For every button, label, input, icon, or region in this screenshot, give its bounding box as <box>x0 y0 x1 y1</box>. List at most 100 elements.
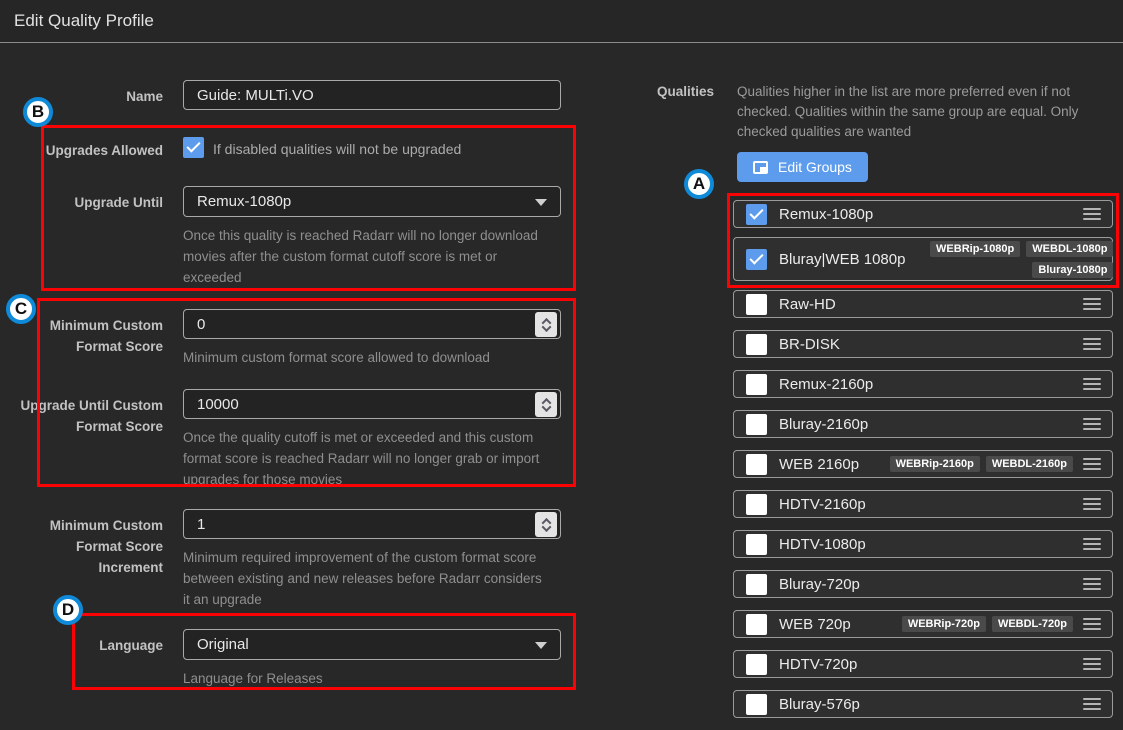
quality-badge: Bluray-1080p <box>1032 262 1113 278</box>
drag-handle-icon[interactable] <box>1083 658 1101 670</box>
drag-handle-icon[interactable] <box>1083 578 1101 590</box>
quality-checkbox[interactable] <box>746 694 767 715</box>
quality-badge: WEBDL-720p <box>992 616 1073 632</box>
quality-badge: WEBRip-2160p <box>890 456 980 472</box>
quality-row: HDTV-2160p <box>733 490 1113 518</box>
quality-checkbox[interactable] <box>746 334 767 355</box>
drag-handle-icon[interactable] <box>1083 418 1101 430</box>
quality-name: HDTV-2160p <box>779 496 866 513</box>
quality-row: Bluray-720p <box>733 570 1113 598</box>
quality-checkbox[interactable] <box>746 654 767 675</box>
upgrades-allowed-checkbox[interactable] <box>183 137 204 158</box>
form-row-language: Language Original Language for Releases <box>13 629 573 689</box>
qualities-list: Remux-1080p Bluray|WEB 1080p WEBRip-1080… <box>733 200 1113 730</box>
number-stepper[interactable] <box>535 392 557 417</box>
quality-checkbox[interactable] <box>746 454 767 475</box>
quality-name: Bluray|WEB 1080p <box>779 251 905 268</box>
quality-checkbox[interactable] <box>746 204 767 225</box>
form-row-min-custom-format-score-increment: Minimum Custom Format Score Increment Mi… <box>13 509 573 610</box>
qualities-description: Qualities higher in the list are more pr… <box>737 82 1117 142</box>
chevron-down-icon <box>535 642 547 649</box>
quality-row: Raw-HD <box>733 290 1113 318</box>
quality-row: Remux-2160p <box>733 370 1113 398</box>
quality-badge: WEBRip-720p <box>902 616 986 632</box>
quality-row: Bluray-576p <box>733 690 1113 718</box>
quality-checkbox[interactable] <box>746 534 767 555</box>
quality-row: HDTV-720p <box>733 650 1113 678</box>
drag-handle-icon[interactable] <box>1083 458 1101 470</box>
language-label: Language <box>13 629 163 689</box>
form-row-upgrades-allowed: Upgrades Allowed If disabled qualities w… <box>13 137 573 161</box>
quality-badge: WEBDL-2160p <box>986 456 1073 472</box>
upgrade-until-label: Upgrade Until <box>13 186 163 288</box>
quality-row: Bluray|WEB 1080p WEBRip-1080p WEBDL-1080… <box>733 237 1113 281</box>
edit-groups-button[interactable]: Edit Groups <box>737 152 868 182</box>
quality-name: HDTV-1080p <box>779 536 866 553</box>
name-field[interactable] <box>183 80 561 110</box>
quality-checkbox[interactable] <box>746 294 767 315</box>
chevron-down-icon <box>535 199 547 206</box>
quality-badge: WEBDL-1080p <box>1026 241 1113 257</box>
drag-handle-icon[interactable] <box>1083 498 1101 510</box>
quality-name: Bluray-2160p <box>779 416 868 433</box>
drag-handle-icon[interactable] <box>1083 298 1101 310</box>
quality-checkbox[interactable] <box>746 374 767 395</box>
quality-row: WEB 720p WEBRip-720p WEBDL-720p <box>733 610 1113 638</box>
drag-handle-icon[interactable] <box>1083 538 1101 550</box>
quality-checkbox[interactable] <box>746 414 767 435</box>
min-cfs-inc-helper: Minimum required improvement of the cust… <box>183 547 573 610</box>
language-helper: Language for Releases <box>183 668 573 689</box>
quality-name: Bluray-576p <box>779 696 860 713</box>
annotation-badge-c: C <box>6 294 36 324</box>
drag-handle-icon[interactable] <box>1083 338 1101 350</box>
quality-name: Remux-2160p <box>779 376 873 393</box>
upgrades-allowed-help: If disabled qualities will not be upgrad… <box>213 137 461 160</box>
language-value: Original <box>197 636 249 653</box>
uu-cfs-input[interactable] <box>183 389 561 419</box>
clone-icon <box>753 161 768 174</box>
quality-row: BR-DISK <box>733 330 1113 358</box>
quality-checkbox[interactable] <box>746 614 767 635</box>
quality-row: Remux-1080p <box>733 200 1113 228</box>
quality-name: WEB 2160p <box>779 456 859 473</box>
quality-name: Remux-1080p <box>779 206 873 223</box>
min-cfs-inc-label: Minimum Custom Format Score Increment <box>13 509 163 610</box>
form-row-upgrade-until: Upgrade Until Remux-1080p Once this qual… <box>13 186 573 288</box>
upgrades-allowed-label: Upgrades Allowed <box>13 137 163 161</box>
modal-header: Edit Quality Profile <box>0 0 1123 43</box>
quality-name: Bluray-720p <box>779 576 860 593</box>
annotation-badge-b: B <box>23 97 53 127</box>
uu-cfs-helper: Once the quality cutoff is met or exceed… <box>183 427 573 490</box>
drag-handle-icon[interactable] <box>1083 618 1101 630</box>
upgrade-until-select[interactable]: Remux-1080p <box>183 186 561 217</box>
quality-name: WEB 720p <box>779 616 851 633</box>
annotation-badge-d: D <box>53 595 83 625</box>
min-cfs-inc-input[interactable] <box>183 509 561 539</box>
number-stepper[interactable] <box>535 512 557 537</box>
min-cfs-label: Minimum Custom Format Score <box>13 309 163 368</box>
quality-checkbox[interactable] <box>746 574 767 595</box>
upgrade-until-value: Remux-1080p <box>197 193 291 210</box>
form-row-name: Name <box>13 80 573 110</box>
language-select[interactable]: Original <box>183 629 561 660</box>
page-title: Edit Quality Profile <box>14 11 154 31</box>
quality-row: HDTV-1080p <box>733 530 1113 558</box>
uu-cfs-label: Upgrade Until Custom Format Score <box>13 389 163 490</box>
quality-row: Bluray-2160p <box>733 410 1113 438</box>
upgrade-until-helper: Once this quality is reached Radarr will… <box>183 225 573 288</box>
form-row-min-custom-format-score: Minimum Custom Format Score Minimum cust… <box>13 309 573 368</box>
drag-handle-icon[interactable] <box>1083 208 1101 220</box>
drag-handle-icon[interactable] <box>1083 698 1101 710</box>
edit-groups-button-label: Edit Groups <box>778 159 852 175</box>
qualities-label: Qualities <box>600 84 714 99</box>
quality-row: WEB 2160p WEBRip-2160p WEBDL-2160p <box>733 450 1113 478</box>
drag-handle-icon[interactable] <box>1083 378 1101 390</box>
number-stepper[interactable] <box>535 312 557 337</box>
min-cfs-input[interactable] <box>183 309 561 339</box>
quality-name: BR-DISK <box>779 336 840 353</box>
quality-name: Raw-HD <box>779 296 836 313</box>
annotation-badge-a: A <box>684 169 714 199</box>
quality-checkbox[interactable] <box>746 494 767 515</box>
quality-checkbox[interactable] <box>746 249 767 270</box>
form-row-upgrade-until-custom-format-score: Upgrade Until Custom Format Score Once t… <box>13 389 573 490</box>
